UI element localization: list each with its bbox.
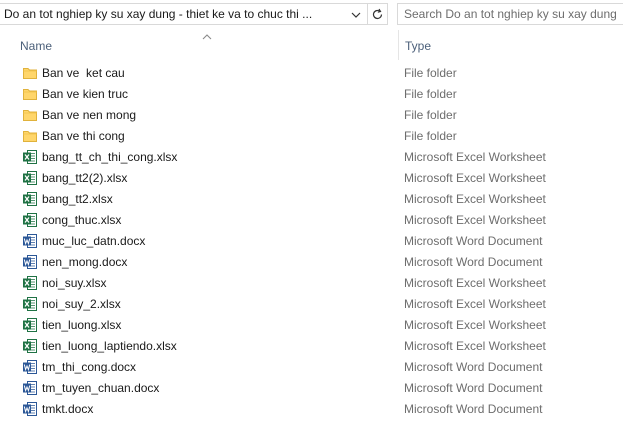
file-row[interactable]: tmkt.docx Microsoft Word Document <box>0 398 623 419</box>
folder-icon <box>22 128 38 144</box>
file-name[interactable]: muc_luc_datn.docx <box>42 234 145 248</box>
folder-icon <box>22 86 38 102</box>
file-name[interactable]: Ban ve nen mong <box>42 108 136 122</box>
file-row[interactable]: Ban ve ket cau File folder <box>0 62 623 83</box>
file-row[interactable]: bang_tt2(2).xlsx Microsoft Excel Workshe… <box>0 167 623 188</box>
file-row[interactable]: tm_tuyen_chuan.docx Microsoft Word Docum… <box>0 377 623 398</box>
file-row[interactable]: Ban ve kien truc File folder <box>0 83 623 104</box>
file-name[interactable]: bang_tt2.xlsx <box>42 192 113 206</box>
file-type: File folder <box>404 87 457 101</box>
column-header-type[interactable]: Type <box>405 39 431 53</box>
search-input[interactable] <box>404 6 620 22</box>
address-bar[interactable]: Do an tot nghiep ky su xay dung - thiet … <box>0 3 368 25</box>
folder-icon <box>22 107 38 123</box>
file-name[interactable]: Ban ve kien truc <box>42 87 128 101</box>
file-row[interactable]: tien_luong_laptiendo.xlsx Microsoft Exce… <box>0 335 623 356</box>
excel-icon <box>22 296 38 312</box>
file-list: Ban ve ket cau File folder Ban ve kien t… <box>0 62 623 419</box>
excel-icon <box>22 338 38 354</box>
file-row[interactable]: tien_luong.xlsx Microsoft Excel Workshee… <box>0 314 623 335</box>
file-row[interactable]: Ban ve thi cong File folder <box>0 125 623 146</box>
file-name[interactable]: noi_suy_2.xlsx <box>42 297 121 311</box>
file-type: Microsoft Word Document <box>404 381 543 395</box>
file-row[interactable]: bang_tt_ch_thi_cong.xlsx Microsoft Excel… <box>0 146 623 167</box>
file-type: Microsoft Word Document <box>404 402 543 416</box>
folder-icon <box>22 65 38 81</box>
file-type: Microsoft Excel Worksheet <box>404 213 546 227</box>
file-type: Microsoft Excel Worksheet <box>404 192 546 206</box>
search-box[interactable] <box>397 3 623 25</box>
file-name[interactable]: Ban ve thi cong <box>42 129 125 143</box>
excel-icon <box>22 317 38 333</box>
file-name[interactable]: tm_thi_cong.docx <box>42 360 136 374</box>
file-name[interactable]: tmkt.docx <box>42 402 93 416</box>
file-name[interactable]: tien_luong.xlsx <box>42 318 121 332</box>
column-divider[interactable] <box>398 30 399 60</box>
file-type: Microsoft Excel Worksheet <box>404 339 546 353</box>
excel-icon <box>22 275 38 291</box>
file-row[interactable]: noi_suy_2.xlsx Microsoft Excel Worksheet <box>0 293 623 314</box>
sort-ascending-icon[interactable] <box>202 30 212 40</box>
file-name[interactable]: noi_suy.xlsx <box>42 276 106 290</box>
file-row[interactable]: nen_mong.docx Microsoft Word Document <box>0 251 623 272</box>
excel-icon <box>22 149 38 165</box>
file-name[interactable]: tm_tuyen_chuan.docx <box>42 381 159 395</box>
excel-icon <box>22 191 38 207</box>
file-row[interactable]: tm_thi_cong.docx Microsoft Word Document <box>0 356 623 377</box>
file-type: File folder <box>404 129 457 143</box>
file-type: Microsoft Excel Worksheet <box>404 276 546 290</box>
column-header-name[interactable]: Name <box>20 39 52 53</box>
refresh-button[interactable] <box>368 3 388 25</box>
file-row[interactable]: cong_thuc.xlsx Microsoft Excel Worksheet <box>0 209 623 230</box>
file-name[interactable]: tien_luong_laptiendo.xlsx <box>42 339 177 353</box>
file-type: Microsoft Word Document <box>404 255 543 269</box>
chevron-down-icon[interactable] <box>349 8 363 22</box>
excel-icon <box>22 170 38 186</box>
file-type: File folder <box>404 108 457 122</box>
file-row[interactable]: noi_suy.xlsx Microsoft Excel Worksheet <box>0 272 623 293</box>
file-type: Microsoft Excel Worksheet <box>404 297 546 311</box>
file-row[interactable]: Ban ve nen mong File folder <box>0 104 623 125</box>
word-icon <box>22 401 38 417</box>
file-row[interactable]: bang_tt2.xlsx Microsoft Excel Worksheet <box>0 188 623 209</box>
file-name[interactable]: cong_thuc.xlsx <box>42 213 121 227</box>
toolbar: Do an tot nghiep ky su xay dung - thiet … <box>0 0 623 30</box>
file-type: Microsoft Excel Worksheet <box>404 171 546 185</box>
file-row[interactable]: muc_luc_datn.docx Microsoft Word Documen… <box>0 230 623 251</box>
word-icon <box>22 233 38 249</box>
file-type: File folder <box>404 66 457 80</box>
address-path[interactable]: Do an tot nghiep ky su xay dung - thiet … <box>4 7 312 21</box>
file-type: Microsoft Excel Worksheet <box>404 150 546 164</box>
file-type: Microsoft Word Document <box>404 360 543 374</box>
excel-icon <box>22 212 38 228</box>
file-type: Microsoft Excel Worksheet <box>404 318 546 332</box>
file-name[interactable]: nen_mong.docx <box>42 255 127 269</box>
file-name[interactable]: bang_tt_ch_thi_cong.xlsx <box>42 150 177 164</box>
word-icon <box>22 359 38 375</box>
word-icon <box>22 380 38 396</box>
column-header: Name Type <box>0 30 623 60</box>
file-name[interactable]: Ban ve ket cau <box>42 66 125 80</box>
file-name[interactable]: bang_tt2(2).xlsx <box>42 171 127 185</box>
word-icon <box>22 254 38 270</box>
file-type: Microsoft Word Document <box>404 234 543 248</box>
